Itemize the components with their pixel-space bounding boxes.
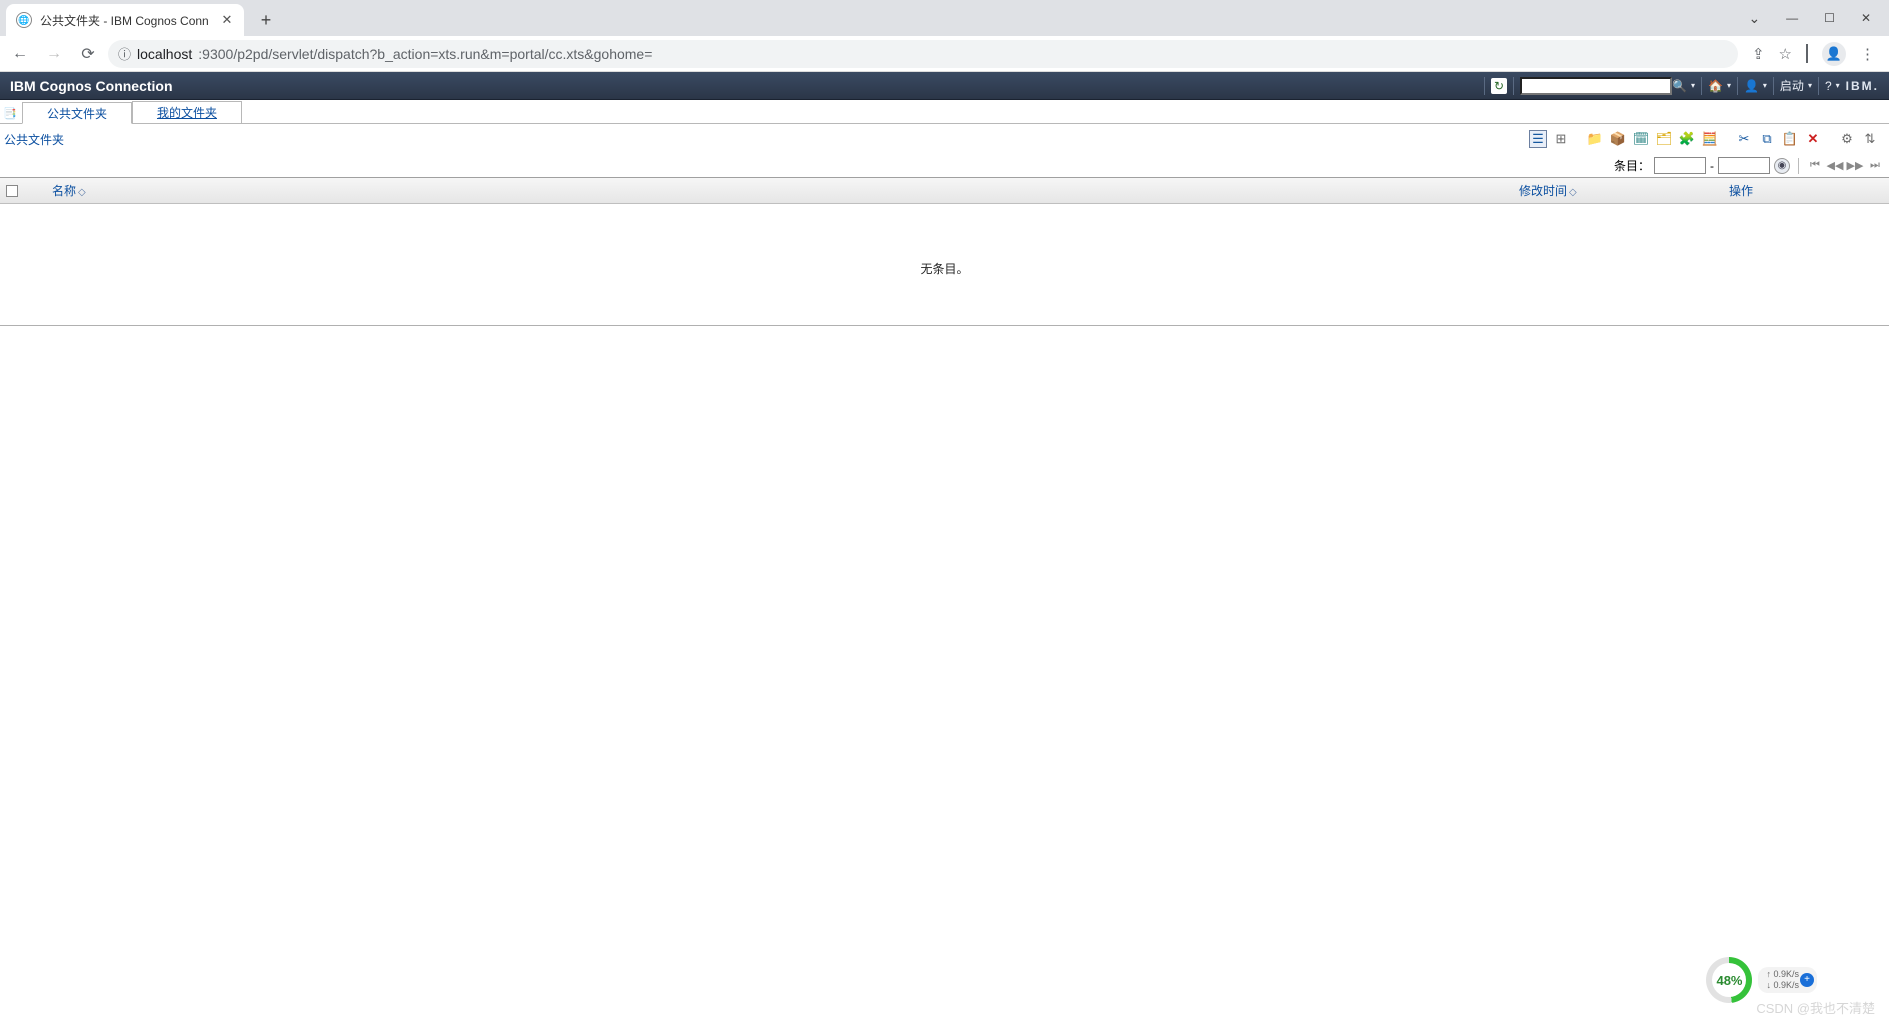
- addr-right-controls: ⇪ ☆ 👤 ⋮: [1744, 42, 1883, 66]
- tab-title: 公共文件夹 - IBM Cognos Conn: [40, 12, 220, 29]
- speed-down: ↓ 0.9K/s: [1766, 980, 1799, 991]
- tab-my-folders[interactable]: 我的文件夹: [132, 101, 242, 123]
- new-package-icon[interactable]: 📦: [1609, 130, 1627, 148]
- cut-icon[interactable]: ✂: [1735, 130, 1753, 148]
- paging-sep: -: [1710, 159, 1714, 173]
- browser-tab[interactable]: 🌐 公共文件夹 - IBM Cognos Conn ✕: [6, 4, 244, 36]
- paging-go-icon[interactable]: ◉: [1774, 158, 1790, 174]
- list-view-icon[interactable]: ☰: [1529, 130, 1547, 148]
- sort-icon: ◇: [78, 187, 86, 198]
- tab-label: 公共文件夹: [47, 105, 107, 122]
- breadcrumb[interactable]: 公共文件夹: [4, 131, 64, 148]
- page-first-icon[interactable]: ⏮: [1807, 158, 1823, 174]
- paging-from-input[interactable]: [1654, 157, 1706, 174]
- browser-address-bar: ← → ⟳ ⓘ localhost :9300/p2pd/servlet/disp…: [0, 36, 1889, 72]
- new-page-icon[interactable]: 🧩: [1678, 130, 1696, 148]
- name-col-header[interactable]: 名称◇: [50, 182, 1519, 199]
- browser-tab-bar: 🌐 公共文件夹 - IBM Cognos Conn ✕ + ⌄ — ☐ ✕: [0, 0, 1889, 36]
- watermark: CSDN @我也不清楚: [1756, 998, 1875, 1017]
- ibm-logo: IBM.: [1846, 79, 1879, 93]
- help-menu-icon[interactable]: ?▾: [1825, 79, 1840, 93]
- paging-label: 条目：: [1614, 157, 1650, 174]
- delete-icon[interactable]: ✕: [1804, 130, 1822, 148]
- launch-menu[interactable]: 启动▾: [1780, 77, 1812, 94]
- user-menu-icon[interactable]: 👤▾: [1744, 79, 1767, 93]
- select-all-cell[interactable]: [0, 185, 24, 197]
- globe-icon: 🌐: [16, 12, 32, 28]
- paging-to-input[interactable]: [1718, 157, 1770, 174]
- checkbox-icon[interactable]: [6, 185, 18, 197]
- speed-box: ↑ 0.9K/s ↓ 0.9K/s +: [1758, 967, 1817, 993]
- chevron-down-icon[interactable]: ⌄: [1748, 10, 1760, 27]
- page-next-icon[interactable]: ▶▶: [1847, 158, 1863, 174]
- tab-anchor-icon[interactable]: 📑: [2, 105, 18, 121]
- close-window-icon[interactable]: ✕: [1861, 11, 1871, 25]
- app-title: IBM Cognos Connection: [10, 78, 173, 94]
- search-menu-icon[interactable]: 🔍▾: [1672, 79, 1695, 93]
- side-panel-icon[interactable]: [1806, 45, 1808, 62]
- order-icon[interactable]: ⇅: [1861, 130, 1879, 148]
- url-host: localhost: [137, 46, 192, 62]
- profile-icon[interactable]: 👤: [1822, 42, 1846, 66]
- new-url-icon[interactable]: 🗂: [1655, 130, 1673, 148]
- page-prev-icon[interactable]: ◀◀: [1827, 158, 1843, 174]
- paging-row: 条目： - ◉ ⏮ ◀◀ ▶▶ ⏭: [0, 154, 1889, 178]
- new-tab-button[interactable]: +: [252, 6, 280, 34]
- share-icon[interactable]: ⇪: [1752, 45, 1765, 63]
- page-last-icon[interactable]: ⏭: [1867, 158, 1883, 174]
- new-job-icon[interactable]: 🗓: [1632, 130, 1650, 148]
- breadcrumb-toolbar-row: 公共文件夹 ☰ ⊞ 📁 📦 🗓 🗂 🧩 🧮 ✂ ⧉ 📋 ✕ ⚙ ⇅: [0, 124, 1889, 154]
- empty-message: 无条目。: [0, 204, 1889, 325]
- grid-header: 名称◇ 修改时间◇ 操作: [0, 178, 1889, 204]
- home-menu-icon[interactable]: 🏠▾: [1708, 79, 1731, 93]
- maximize-icon[interactable]: ☐: [1824, 11, 1835, 25]
- url-box[interactable]: ⓘ localhost :9300/p2pd/servlet/dispatch?b…: [108, 40, 1738, 68]
- kebab-menu-icon[interactable]: ⋮: [1860, 45, 1875, 63]
- minimize-icon[interactable]: —: [1786, 11, 1798, 25]
- back-icon[interactable]: ←: [6, 40, 34, 68]
- details-view-icon[interactable]: ⊞: [1552, 130, 1570, 148]
- speed-up: ↑ 0.9K/s: [1766, 969, 1799, 980]
- speed-expand-icon[interactable]: +: [1800, 973, 1814, 987]
- properties-icon[interactable]: ⚙: [1838, 130, 1856, 148]
- list-toolbar: ☰ ⊞ 📁 📦 🗓 🗂 🧩 🧮 ✂ ⧉ 📋 ✕ ⚙ ⇅: [1529, 130, 1885, 148]
- forward-icon[interactable]: →: [40, 40, 68, 68]
- window-controls: ⌄ — ☐ ✕: [1748, 0, 1889, 36]
- cognos-top-bar: IBM Cognos Connection ↻ 🔍▾ 🏠▾ 👤▾ 启动▾ ?▾ …: [0, 72, 1889, 100]
- paste-icon[interactable]: 📋: [1781, 130, 1799, 148]
- site-info-icon[interactable]: ⓘ: [118, 44, 131, 63]
- search-input[interactable]: [1520, 77, 1672, 95]
- new-folder-icon[interactable]: 📁: [1586, 130, 1604, 148]
- action-col-header: 操作: [1729, 182, 1889, 199]
- new-datasource-icon[interactable]: 🧮: [1701, 130, 1719, 148]
- speed-gauge: 48% ↑ 0.9K/s ↓ 0.9K/s +: [1706, 957, 1817, 1003]
- divider: [0, 325, 1889, 326]
- url-path: :9300/p2pd/servlet/dispatch?b_action=xts…: [198, 46, 652, 62]
- gauge-percent: 48%: [1716, 973, 1742, 988]
- modified-col-header[interactable]: 修改时间◇: [1519, 182, 1729, 199]
- refresh-icon[interactable]: ↻: [1491, 78, 1507, 94]
- sort-icon: ◇: [1569, 187, 1577, 198]
- gauge-circle: 48%: [1706, 957, 1752, 1003]
- tab-label: 我的文件夹: [157, 104, 217, 121]
- bookmark-icon[interactable]: ☆: [1779, 45, 1792, 63]
- tab-public-folders[interactable]: 公共文件夹: [22, 102, 132, 124]
- app-tabs: 📑 公共文件夹 我的文件夹: [0, 100, 1889, 124]
- copy-icon[interactable]: ⧉: [1758, 130, 1776, 148]
- close-icon[interactable]: ✕: [220, 13, 234, 27]
- reload-icon[interactable]: ⟳: [74, 40, 102, 68]
